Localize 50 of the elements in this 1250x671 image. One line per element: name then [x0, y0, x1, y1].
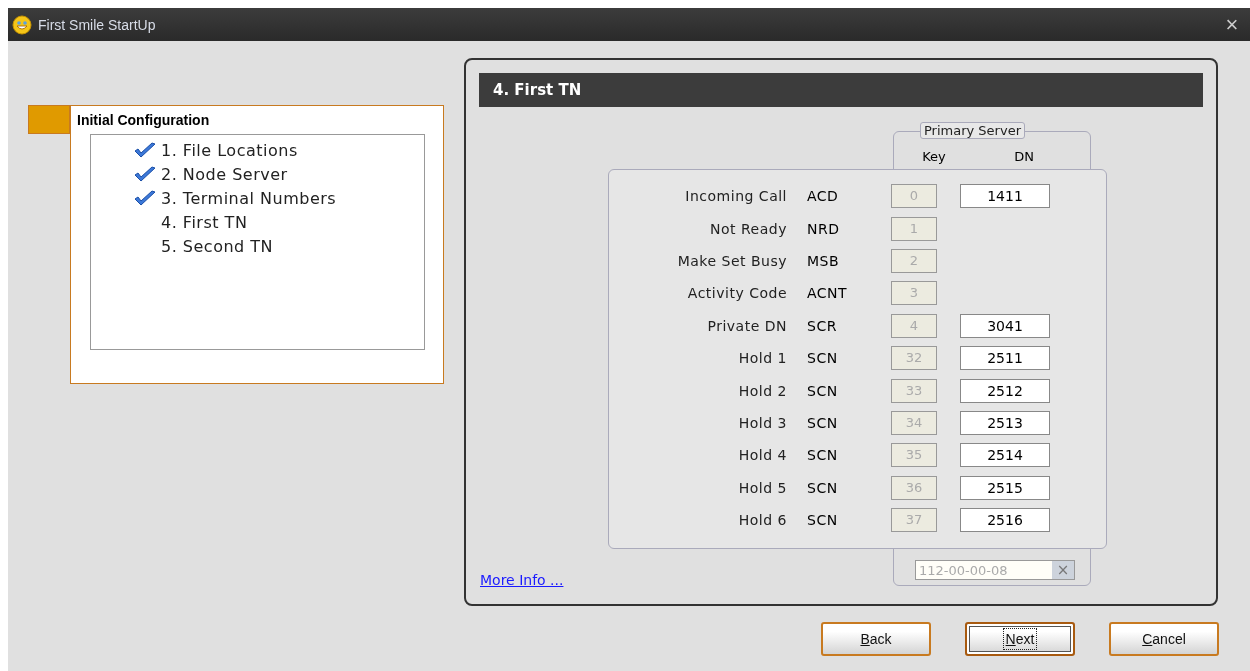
key-code: SCN	[807, 512, 839, 529]
group-title: Primary Server	[920, 122, 1025, 139]
step-item[interactable]: 5. Second TN	[161, 236, 274, 256]
key-label: Private DN	[706, 317, 787, 334]
dialog-button[interactable]: Next	[965, 622, 1075, 656]
steps-title: Initial Configuration	[77, 112, 211, 128]
close-button[interactable]: ×	[1214, 13, 1250, 36]
window-title: First Smile StartUp	[38, 16, 156, 33]
key-label: Hold 4	[737, 447, 787, 464]
dialog-button[interactable]: Back	[821, 622, 931, 656]
key-code: SCR	[807, 317, 838, 334]
key-label: Make Set Busy	[676, 252, 787, 269]
dn-field[interactable]: 2516	[960, 508, 1050, 533]
key-label: Activity Code	[686, 285, 787, 302]
dn-field[interactable]: 2513	[960, 410, 1050, 435]
dn-field[interactable]: 2514	[960, 443, 1050, 468]
step-item[interactable]: 3. Terminal Numbers	[161, 188, 337, 208]
key-code: SCN	[807, 350, 839, 367]
more-info-link[interactable]: More Info ...	[480, 572, 564, 588]
step-item[interactable]: 4. First TN	[161, 212, 248, 232]
column-header: Key	[921, 149, 947, 164]
page-header: 4. First TN	[479, 73, 1203, 107]
checkmark-icon	[133, 189, 157, 207]
checkmark-icon	[133, 165, 157, 183]
key-code: SCN	[807, 447, 839, 464]
key-code: SCN	[807, 382, 839, 399]
key-label: Hold 3	[737, 414, 787, 431]
step-item[interactable]: 2. Node Server	[161, 164, 288, 184]
dn-field[interactable]: 1411	[960, 184, 1050, 209]
key-code: SCN	[807, 479, 839, 496]
key-code: ACD	[807, 188, 840, 205]
smiley-icon	[12, 14, 32, 35]
step-item[interactable]: 1. File Locations	[161, 140, 298, 160]
key-label: Not Ready	[709, 220, 787, 237]
key-label: Hold 6	[737, 512, 787, 529]
key-code: ACNT	[807, 285, 849, 302]
column-header: DN	[1013, 149, 1035, 164]
key-label: Hold 2	[737, 382, 787, 399]
key-label: Hold 1	[737, 350, 787, 367]
dn-field[interactable]: 2515	[960, 475, 1050, 500]
key-code: NRD	[807, 220, 841, 237]
dn-field[interactable]: 3041	[960, 313, 1050, 338]
key-label: Incoming Call	[684, 188, 787, 205]
dn-field[interactable]: 2511	[960, 346, 1050, 371]
key-label: Hold 5	[737, 479, 787, 496]
dialog-button[interactable]: Cancel	[1109, 622, 1219, 656]
dn-field[interactable]: 2512	[960, 378, 1050, 403]
key-code: MSB	[807, 252, 841, 269]
checkmark-icon	[133, 141, 157, 159]
key-code: SCN	[807, 414, 839, 431]
